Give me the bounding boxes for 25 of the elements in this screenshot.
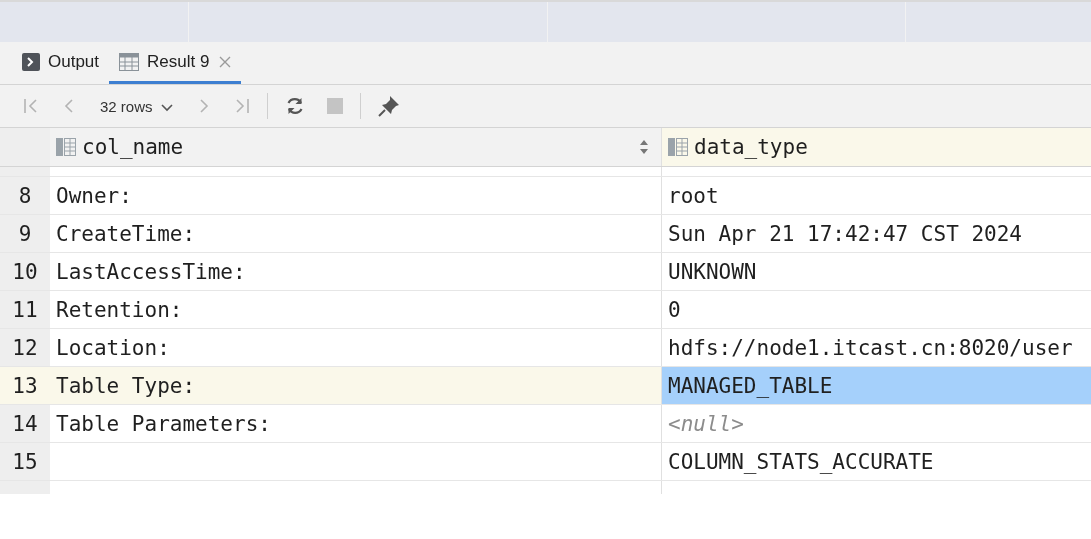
tab[interactable]: Output [12,42,110,84]
row-number: 8 [0,177,50,214]
table-icon [119,52,140,71]
page-size-dropdown[interactable]: 32 rows [100,97,173,115]
row-number: 12 [0,329,50,366]
row-number: 15 [0,443,50,480]
chevron-down-icon [160,103,173,112]
row-number: 11 [0,291,50,328]
close-icon[interactable] [219,55,232,68]
console-icon [22,52,40,71]
row-number: 9 [0,215,50,252]
first-page-icon[interactable] [23,98,39,114]
table-cell: Table Type: [50,367,662,404]
column-icon [668,137,688,157]
row-number: 13 [0,367,50,404]
last-page-icon[interactable] [233,98,250,114]
column-icon [56,137,76,157]
row-number: 10 [0,253,50,290]
column-header[interactable]: data_type [662,128,1091,166]
row-number: 14 [0,405,50,442]
pin-icon[interactable] [377,95,400,117]
sort-icon[interactable] [639,139,649,155]
stop-icon[interactable] [326,98,343,114]
table-cell: MANAGED_TABLE [662,367,1091,404]
column-header[interactable]: col_name [50,128,662,166]
